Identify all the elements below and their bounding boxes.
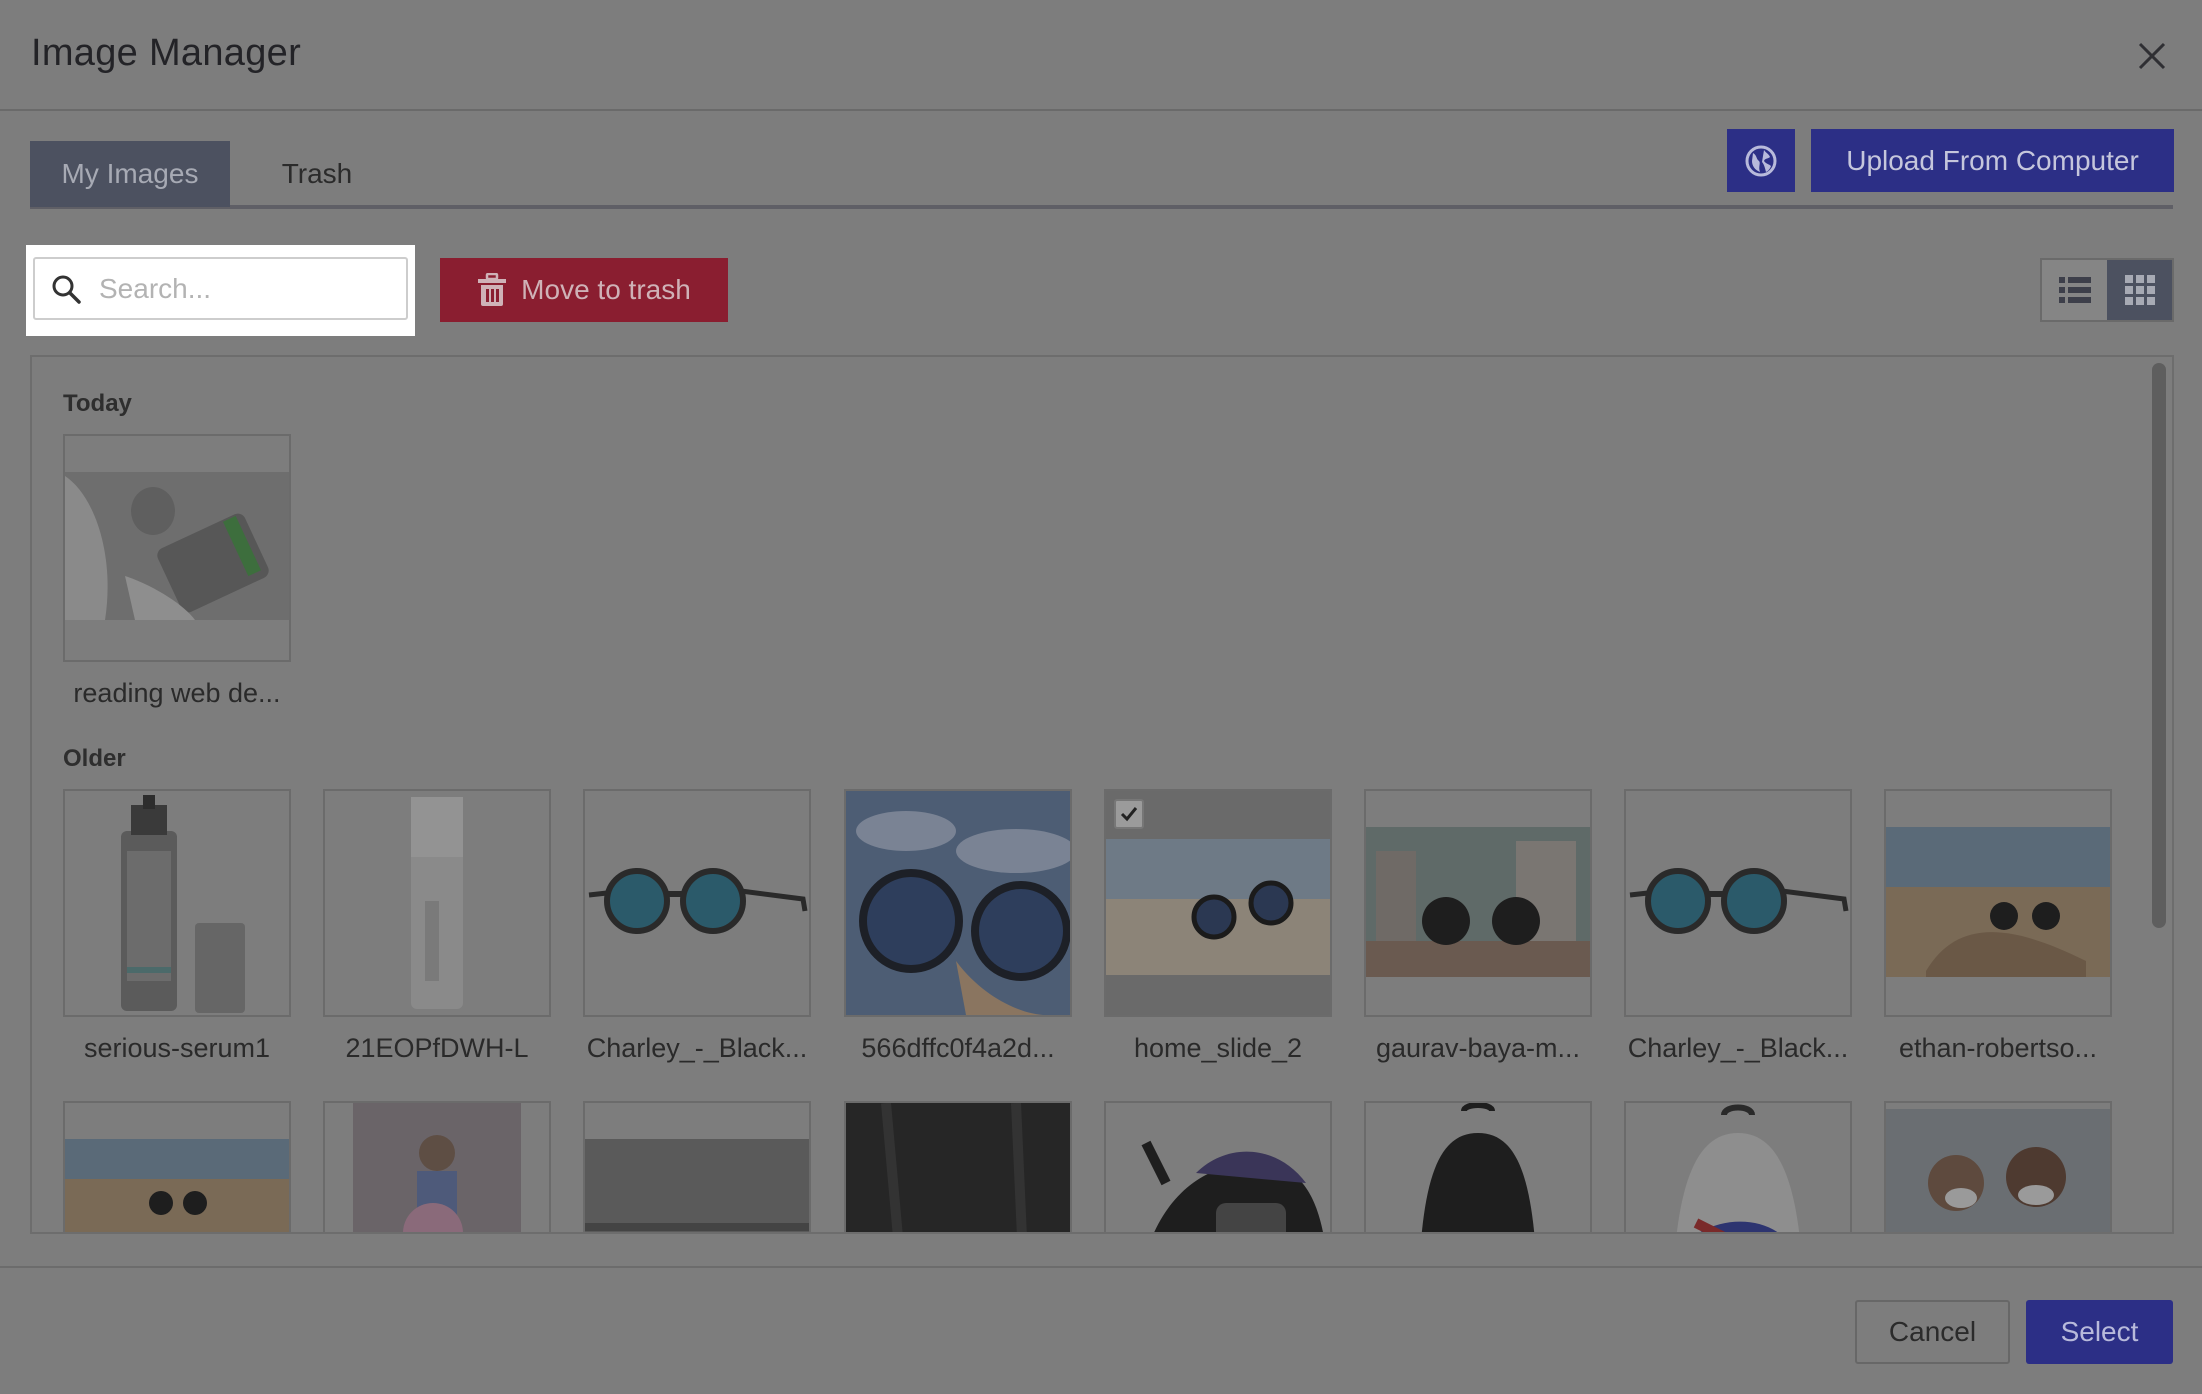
grid-view-button[interactable]: [2107, 260, 2172, 320]
footer-divider: [0, 1266, 2202, 1268]
search-field: [33, 257, 408, 320]
image-name: Charley_-_Black...: [1627, 1033, 1849, 1063]
image-thumbnail: [1624, 1101, 1852, 1232]
grid-icon: [2124, 275, 2155, 305]
tab-my-images[interactable]: My Images: [30, 141, 230, 207]
globe-icon: [1745, 145, 1777, 176]
selected-checkbox[interactable]: [1114, 799, 1144, 829]
list-view-button[interactable]: [2042, 260, 2107, 320]
image-name: serious-serum1: [83, 1033, 271, 1063]
image-thumbnail: [1884, 789, 2112, 1017]
dialog-header: Image Manager: [0, 0, 2202, 111]
image-card[interactable]: serious-serum1: [63, 789, 291, 1064]
move-to-trash-label: Move to trash: [521, 274, 691, 305]
image-thumbnail: [323, 789, 551, 1017]
select-button[interactable]: Select: [2026, 1300, 2173, 1364]
image-thumbnail: [63, 789, 291, 1017]
image-card[interactable]: [583, 1101, 811, 1232]
image-thumbnail: [63, 1101, 291, 1232]
gallery-scrollbar[interactable]: [2152, 363, 2166, 928]
image-card[interactable]: Charley_-_Black...: [1624, 789, 1852, 1064]
list-icon: [2058, 277, 2091, 303]
image-card[interactable]: [1104, 1101, 1332, 1232]
close-icon: [2138, 42, 2166, 70]
image-card[interactable]: reading web de...: [63, 434, 291, 709]
image-name: gaurav-baya-m...: [1375, 1033, 1581, 1063]
image-name: reading web de...: [73, 678, 281, 708]
search-container: [26, 245, 415, 336]
image-thumbnail: [1364, 789, 1592, 1017]
checkmark-icon: [1120, 807, 1138, 822]
image-card[interactable]: home_slide_2: [1104, 789, 1332, 1064]
image-name: 566dffc0f4a2d...: [861, 1033, 1055, 1063]
image-gallery: Today reading web de... Older serious-se…: [30, 355, 2174, 1234]
image-card[interactable]: 21EOPfDWH-L: [323, 789, 551, 1064]
image-thumbnail: [1104, 789, 1332, 1017]
image-card[interactable]: [1624, 1101, 1852, 1232]
image-thumbnail: [583, 1101, 811, 1232]
web-import-button[interactable]: [1727, 129, 1795, 192]
search-input[interactable]: [99, 272, 379, 305]
image-name: 21EOPfDWH-L: [345, 1033, 529, 1063]
image-card[interactable]: [323, 1101, 551, 1232]
search-icon: [52, 275, 81, 304]
image-thumbnail: [844, 789, 1072, 1017]
upload-from-computer-button[interactable]: Upload From Computer: [1811, 129, 2174, 192]
image-card[interactable]: [63, 1101, 291, 1232]
image-thumbnail: [1364, 1101, 1592, 1232]
view-mode-toggle: [2040, 258, 2174, 322]
image-thumbnail: [1884, 1101, 2112, 1232]
image-name: home_slide_2: [1133, 1033, 1303, 1063]
image-thumbnail: [63, 434, 291, 662]
image-card[interactable]: ethan-robertso...: [1884, 789, 2112, 1064]
image-name: ethan-robertso...: [1898, 1033, 2098, 1063]
section-title-older: Older: [63, 745, 126, 772]
tab-trash[interactable]: Trash: [252, 141, 382, 207]
image-card[interactable]: gaurav-baya-m...: [1364, 789, 1592, 1064]
image-card[interactable]: [844, 1101, 1072, 1232]
move-to-trash-button[interactable]: Move to trash: [440, 258, 728, 322]
image-name: Charley_-_Black...: [586, 1033, 808, 1063]
image-thumbnail: [1104, 1101, 1332, 1232]
close-button[interactable]: [2132, 36, 2172, 76]
cancel-button[interactable]: Cancel: [1855, 1300, 2010, 1364]
image-card[interactable]: [1364, 1101, 1592, 1232]
dialog-title: Image Manager: [31, 32, 302, 74]
image-card[interactable]: 566dffc0f4a2d...: [844, 789, 1072, 1064]
image-card[interactable]: Charley_-_Black...: [583, 789, 811, 1064]
trash-icon: [478, 273, 507, 306]
image-card[interactable]: [1884, 1101, 2112, 1232]
section-title-today: Today: [63, 390, 132, 417]
image-thumbnail: [583, 789, 811, 1017]
image-thumbnail: [844, 1101, 1072, 1232]
image-thumbnail: [1624, 789, 1852, 1017]
image-thumbnail: [323, 1101, 551, 1232]
